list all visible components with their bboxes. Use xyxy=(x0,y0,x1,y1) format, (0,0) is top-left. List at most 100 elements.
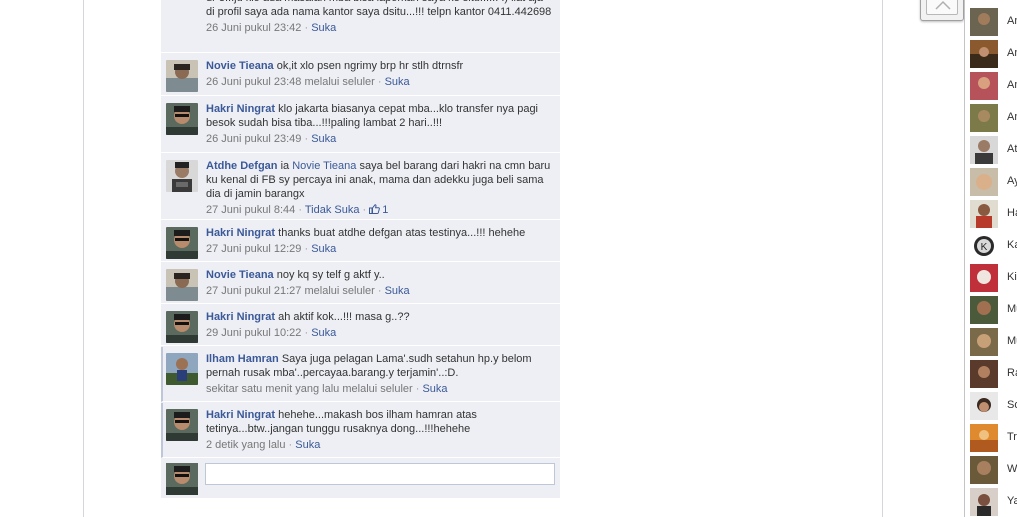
like-count[interactable]: 1 xyxy=(369,204,388,216)
friend-name: An xyxy=(1007,111,1017,123)
comment-time[interactable]: 26 Juni pukul 23:48 xyxy=(206,76,301,88)
comment-time[interactable]: 26 Juni pukul 23:42 xyxy=(206,22,301,34)
comment-body: Hakri Ningrat ah aktif kok...!!! masa g.… xyxy=(206,310,552,340)
comment-meta: 26 Juni pukul 23:42 · Suka xyxy=(206,21,552,35)
avatar[interactable] xyxy=(166,353,198,385)
like-link[interactable]: Suka xyxy=(311,243,336,255)
avatar xyxy=(166,463,198,495)
comment-time[interactable]: 27 Juni pukul 8:44 xyxy=(206,204,295,216)
comment-body: Ilham Hamran Saya juga pelagan Lama'.sud… xyxy=(206,352,552,396)
friend-avatar xyxy=(970,360,998,388)
comment-time[interactable]: 27 Juni pukul 12:29 xyxy=(206,243,301,255)
comment-text: dr 3...ju kio ada masalah mba bisa lapor… xyxy=(206,0,552,18)
comment-time[interactable]: 29 Juni pukul 10:22 xyxy=(206,327,301,339)
comment-input[interactable] xyxy=(205,463,555,485)
avatar[interactable] xyxy=(166,227,198,259)
like-link[interactable]: Suka xyxy=(311,22,336,34)
meta-separator: · xyxy=(301,327,312,339)
avatar[interactable] xyxy=(166,269,198,301)
friend-name: Ya xyxy=(1007,495,1017,507)
comment-text: ok,it xlo psen ngrimy brp hr stlh dtrnsf… xyxy=(276,60,464,72)
chat-friend[interactable]: K Ka xyxy=(969,232,1017,260)
like-link[interactable]: Suka xyxy=(295,439,320,451)
comment-via: melalui seluler xyxy=(304,285,375,297)
like-link[interactable]: Suka xyxy=(385,285,410,297)
avatar[interactable] xyxy=(166,409,198,441)
comment-body: Hakri Ningrat thanks buat atdhe defgan a… xyxy=(206,226,552,256)
friend-avatar xyxy=(970,456,998,484)
chat-friend[interactable]: Wa xyxy=(969,456,1017,484)
thumbs-up-icon xyxy=(369,204,381,214)
content-border-right xyxy=(882,0,883,517)
avatar[interactable] xyxy=(166,103,198,135)
chat-friend[interactable]: Tri xyxy=(969,424,1017,452)
comment-meta: 26 Juni pukul 23:48 melalui seluler · Su… xyxy=(206,75,552,89)
comment-meta: sekitar satu menit yang lalu melalui sel… xyxy=(206,382,552,396)
friend-name: Kik xyxy=(1007,271,1017,283)
friend-name: Mu xyxy=(1007,303,1017,315)
comment-item: Hakri Ningrat hehehe...makash bos ilham … xyxy=(161,403,560,458)
comment-list: dr 3...ju kio ada masalah mba bisa lapor… xyxy=(161,0,560,498)
comment-body: Hakri Ningrat hehehe...makash bos ilham … xyxy=(206,408,552,452)
comment-time[interactable]: 2 detik yang lalu xyxy=(206,439,286,451)
friend-avatar xyxy=(970,264,998,292)
chat-friend[interactable]: Kik xyxy=(969,264,1017,292)
meta-separator: · xyxy=(374,285,385,297)
comment-time[interactable]: 26 Juni pukul 23:49 xyxy=(206,133,301,145)
comment-author[interactable]: Hakri Ningrat xyxy=(206,311,275,323)
chat-friend[interactable]: Ay xyxy=(969,168,1017,196)
scroll-widget[interactable] xyxy=(920,0,964,21)
chat-friend[interactable]: An xyxy=(969,8,1017,36)
comment-item: Hakri Ningrat ah aktif kok...!!! masa g.… xyxy=(161,305,560,346)
comment-author[interactable]: Hakri Ningrat xyxy=(206,103,275,115)
like-link[interactable]: Suka xyxy=(311,327,336,339)
friend-avatar xyxy=(970,72,998,100)
chat-friend[interactable]: Ya xyxy=(969,488,1017,516)
chat-friend[interactable]: So xyxy=(969,392,1017,420)
comment-item: Ilham Hamran Saya juga pelagan Lama'.sud… xyxy=(161,347,560,402)
comment-author[interactable]: Hakri Ningrat xyxy=(206,227,275,239)
comment-text-prefix: ia xyxy=(280,160,293,172)
comment-time[interactable]: sekitar satu menit yang lalu xyxy=(206,383,339,395)
chat-friend[interactable]: Ra xyxy=(969,360,1017,388)
comment-body: Atdhe Defgan ia Novie Tieana saya bel ba… xyxy=(206,159,552,217)
friend-name: Wa xyxy=(1007,463,1017,475)
comment-author[interactable]: Novie Tieana xyxy=(206,60,274,72)
friend-name: Mu xyxy=(1007,335,1017,347)
chat-friend[interactable]: Mu xyxy=(969,328,1017,356)
friend-avatar xyxy=(970,8,998,36)
comment-author[interactable]: Hakri Ningrat xyxy=(206,409,275,421)
comment-via: melalui seluler xyxy=(342,383,413,395)
unlike-link[interactable]: Tidak Suka xyxy=(305,204,360,216)
meta-separator: · xyxy=(285,439,296,451)
friend-name: Ra xyxy=(1007,367,1017,379)
chat-friend[interactable]: Ha xyxy=(969,200,1017,228)
comment-item: Novie Tieana noy kq sy telf g aktf y.. 2… xyxy=(161,263,560,304)
meta-separator: · xyxy=(374,76,385,88)
chat-friend[interactable]: Mu xyxy=(969,296,1017,324)
like-link[interactable]: Suka xyxy=(385,76,410,88)
avatar[interactable] xyxy=(166,311,198,343)
chat-friend[interactable]: An xyxy=(969,72,1017,100)
meta-separator: · xyxy=(301,243,312,255)
comment-text: thanks buat atdhe defgan atas testinya..… xyxy=(278,227,526,239)
like-link[interactable]: Suka xyxy=(311,133,336,145)
comment-text: ah aktif kok...!!! masa g..?? xyxy=(278,311,410,323)
chat-friend[interactable]: At xyxy=(969,136,1017,164)
avatar[interactable] xyxy=(166,160,198,192)
comment-item: Novie Tieana ok,it xlo psen ngrimy brp h… xyxy=(161,54,560,96)
comment-body: dr 3...ju kio ada masalah mba bisa lapor… xyxy=(206,0,552,35)
like-link[interactable]: Suka xyxy=(422,383,447,395)
comment-time[interactable]: 27 Juni pukul 21:27 xyxy=(206,285,301,297)
friend-avatar xyxy=(970,488,998,516)
comment-body: Novie Tieana ok,it xlo psen ngrimy brp h… xyxy=(206,59,552,89)
comment-author[interactable]: Novie Tieana xyxy=(206,269,274,281)
mention-link[interactable]: Novie Tieana xyxy=(292,160,356,172)
meta-separator: · xyxy=(412,383,423,395)
chat-friend[interactable]: An xyxy=(969,40,1017,68)
friend-avatar xyxy=(970,200,998,228)
comment-author[interactable]: Ilham Hamran xyxy=(206,353,279,365)
avatar[interactable] xyxy=(166,60,198,92)
chat-friend[interactable]: An xyxy=(969,104,1017,132)
comment-author[interactable]: Atdhe Defgan xyxy=(206,160,278,172)
